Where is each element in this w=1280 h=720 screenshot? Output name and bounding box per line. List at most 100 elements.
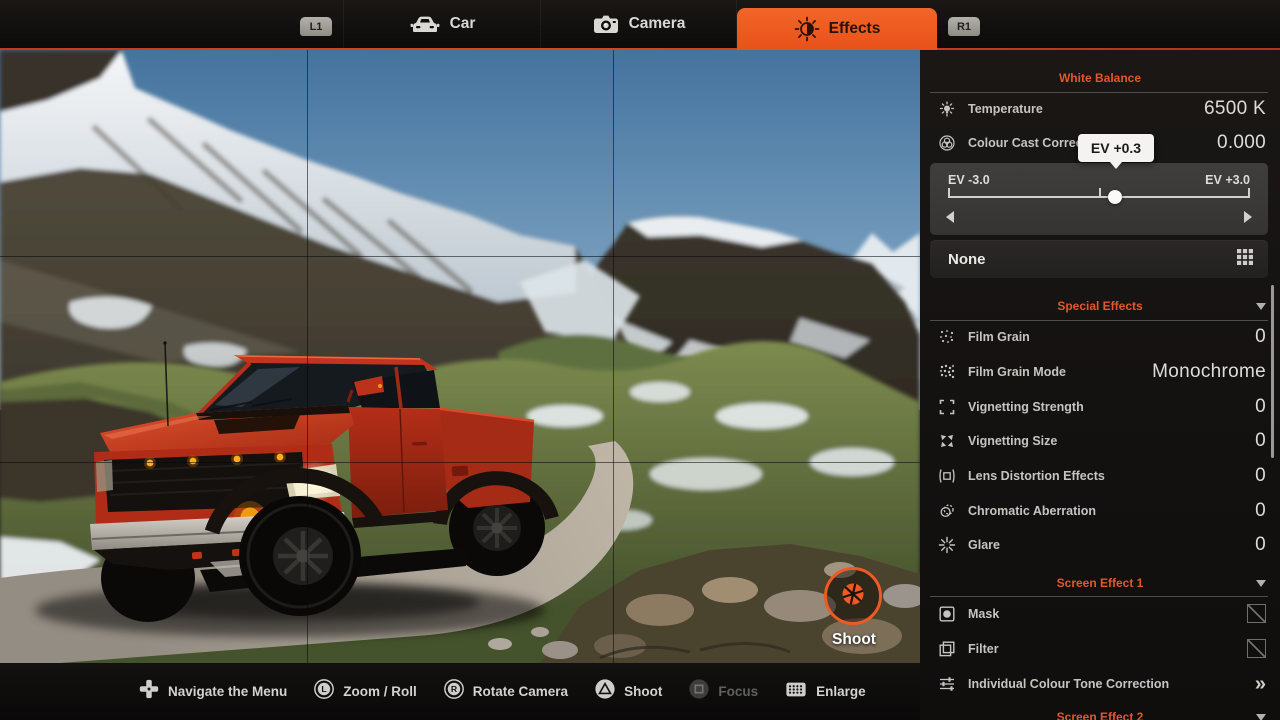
glare-value: 0 — [1255, 534, 1266, 556]
ev-slider-track[interactable] — [948, 196, 1250, 198]
ev-slider-handle[interactable] — [1108, 190, 1122, 204]
square-button-icon — [688, 678, 710, 705]
grid-line-vertical-2 — [613, 50, 614, 663]
colour-cast-value: 0.000 — [1217, 132, 1266, 154]
temperature-row[interactable]: Temperature 6500 K — [920, 92, 1280, 126]
tab-car[interactable]: Car — [343, 0, 540, 48]
tab-effects[interactable]: Effects — [737, 8, 937, 50]
film-grain-mode-label: Film Grain Mode — [968, 365, 1152, 379]
hint-label: Navigate the Menu — [168, 684, 287, 699]
lens-distortion-row[interactable]: Lens Distortion Effects 0 — [920, 459, 1280, 494]
chromatic-aberration-value: 0 — [1255, 500, 1266, 522]
hint-focus: Focus — [688, 678, 758, 705]
grid-line-horizontal-2 — [0, 462, 920, 463]
camera-icon — [592, 13, 620, 35]
ev-tick-min — [948, 188, 950, 198]
left-stick-icon: L — [313, 678, 335, 705]
ev-tick-max — [1248, 188, 1250, 198]
dpad-icon — [138, 678, 160, 705]
chevron-right-double-icon: » — [1255, 674, 1266, 694]
top-bar: L1 Car — [0, 0, 1280, 48]
panel-scrollbar[interactable] — [1271, 285, 1274, 458]
hint-label: Zoom / Roll — [343, 684, 417, 699]
film-grain-mode-icon — [936, 361, 958, 383]
temperature-label: Temperature — [968, 102, 1204, 116]
collapse-icon[interactable] — [1256, 303, 1266, 310]
shoot-button[interactable] — [824, 567, 882, 625]
mask-none-indicator — [1247, 604, 1266, 623]
tab-camera-label: Camera — [629, 15, 686, 33]
vignetting-strength-row[interactable]: Vignetting Strength 0 — [920, 389, 1280, 424]
vignetting-strength-icon — [936, 396, 958, 418]
collapse-icon[interactable] — [1256, 580, 1266, 587]
tone-correction-row[interactable]: Individual Colour Tone Correction » — [920, 666, 1280, 701]
hint-rotate-camera[interactable]: R Rotate Camera — [443, 678, 568, 705]
filter-icon — [936, 638, 958, 660]
lens-distortion-label: Lens Distortion Effects — [968, 469, 1255, 483]
ev-tick-center — [1099, 188, 1101, 198]
wb-preset-selector[interactable]: None — [930, 240, 1268, 278]
grid-icon — [1236, 248, 1254, 271]
filter-row[interactable]: Filter — [920, 631, 1280, 666]
mask-icon — [936, 603, 958, 625]
gt-photo-mode-screen: L1 Car — [0, 0, 1280, 720]
film-grain-mode-value: Monochrome — [1152, 361, 1266, 383]
keypad-icon — [784, 678, 808, 705]
glare-label: Glare — [968, 538, 1255, 552]
tab-car-label: Car — [450, 15, 476, 33]
accent-line — [0, 48, 1280, 50]
hint-enlarge[interactable]: Enlarge — [784, 678, 866, 705]
triangle-button-icon — [594, 678, 616, 705]
chromatic-aberration-icon — [936, 500, 958, 522]
vignetting-size-row[interactable]: Vignetting Size 0 — [920, 424, 1280, 459]
svg-text:R: R — [451, 684, 458, 694]
wb-preset-value: None — [948, 251, 1236, 268]
film-grain-row[interactable]: Film Grain 0 — [920, 320, 1280, 355]
chromatic-aberration-row[interactable]: Chromatic Aberration 0 — [920, 493, 1280, 528]
temperature-icon — [936, 98, 958, 120]
ev-decrease-arrow[interactable] — [946, 211, 954, 223]
hint-shoot[interactable]: Shoot — [594, 678, 662, 705]
vignetting-size-label: Vignetting Size — [968, 434, 1255, 448]
aperture-icon — [836, 577, 870, 616]
filter-label: Filter — [968, 642, 1247, 656]
lens-distortion-icon — [936, 465, 958, 487]
hint-navigate-menu[interactable]: Navigate the Menu — [138, 678, 287, 705]
vignetting-strength-value: 0 — [1255, 396, 1266, 418]
collapse-icon[interactable] — [1256, 714, 1266, 720]
tab-effects-label: Effects — [829, 20, 881, 38]
film-grain-value: 0 — [1255, 326, 1266, 348]
hint-label: Rotate Camera — [473, 684, 568, 699]
grid-line-vertical-1 — [307, 50, 308, 663]
film-grain-mode-row[interactable]: Film Grain Mode Monochrome — [920, 355, 1280, 390]
filter-none-indicator — [1247, 639, 1266, 658]
glare-row[interactable]: Glare 0 — [920, 528, 1280, 563]
photo-viewport: Shoot — [0, 50, 920, 663]
ev-max-label: EV +3.0 — [1205, 173, 1250, 187]
hint-zoom-roll[interactable]: L Zoom / Roll — [313, 678, 417, 705]
hint-label: Enlarge — [816, 684, 866, 699]
tone-correction-label: Individual Colour Tone Correction — [968, 677, 1255, 691]
r1-shoulder-badge: R1 — [948, 17, 980, 36]
right-stick-icon: R — [443, 678, 465, 705]
vignetting-size-icon — [936, 430, 958, 452]
car-icon — [409, 13, 441, 35]
white-balance-header: White Balance — [920, 68, 1280, 88]
film-grain-icon — [936, 326, 958, 348]
lens-distortion-value: 0 — [1255, 465, 1266, 487]
tab-camera[interactable]: Camera — [540, 0, 737, 48]
colour-cast-icon — [936, 132, 958, 154]
temperature-value: 6500 K — [1204, 98, 1266, 120]
film-grain-label: Film Grain — [968, 330, 1255, 344]
vignetting-strength-label: Vignetting Strength — [968, 400, 1255, 414]
ev-increase-arrow[interactable] — [1244, 211, 1252, 223]
hint-label: Focus — [718, 684, 758, 699]
grid-line-horizontal-1 — [0, 256, 920, 257]
scene-image — [0, 50, 920, 663]
exposure-icon — [794, 16, 820, 42]
screen-effect-1-header: Screen Effect 1 — [920, 573, 1280, 593]
mask-row[interactable]: Mask — [920, 596, 1280, 631]
tone-correction-icon — [936, 673, 958, 695]
screen-effect-2-header: Screen Effect 2 — [920, 707, 1280, 720]
effects-panel: White Balance Temperature 6500 K — [920, 50, 1280, 720]
